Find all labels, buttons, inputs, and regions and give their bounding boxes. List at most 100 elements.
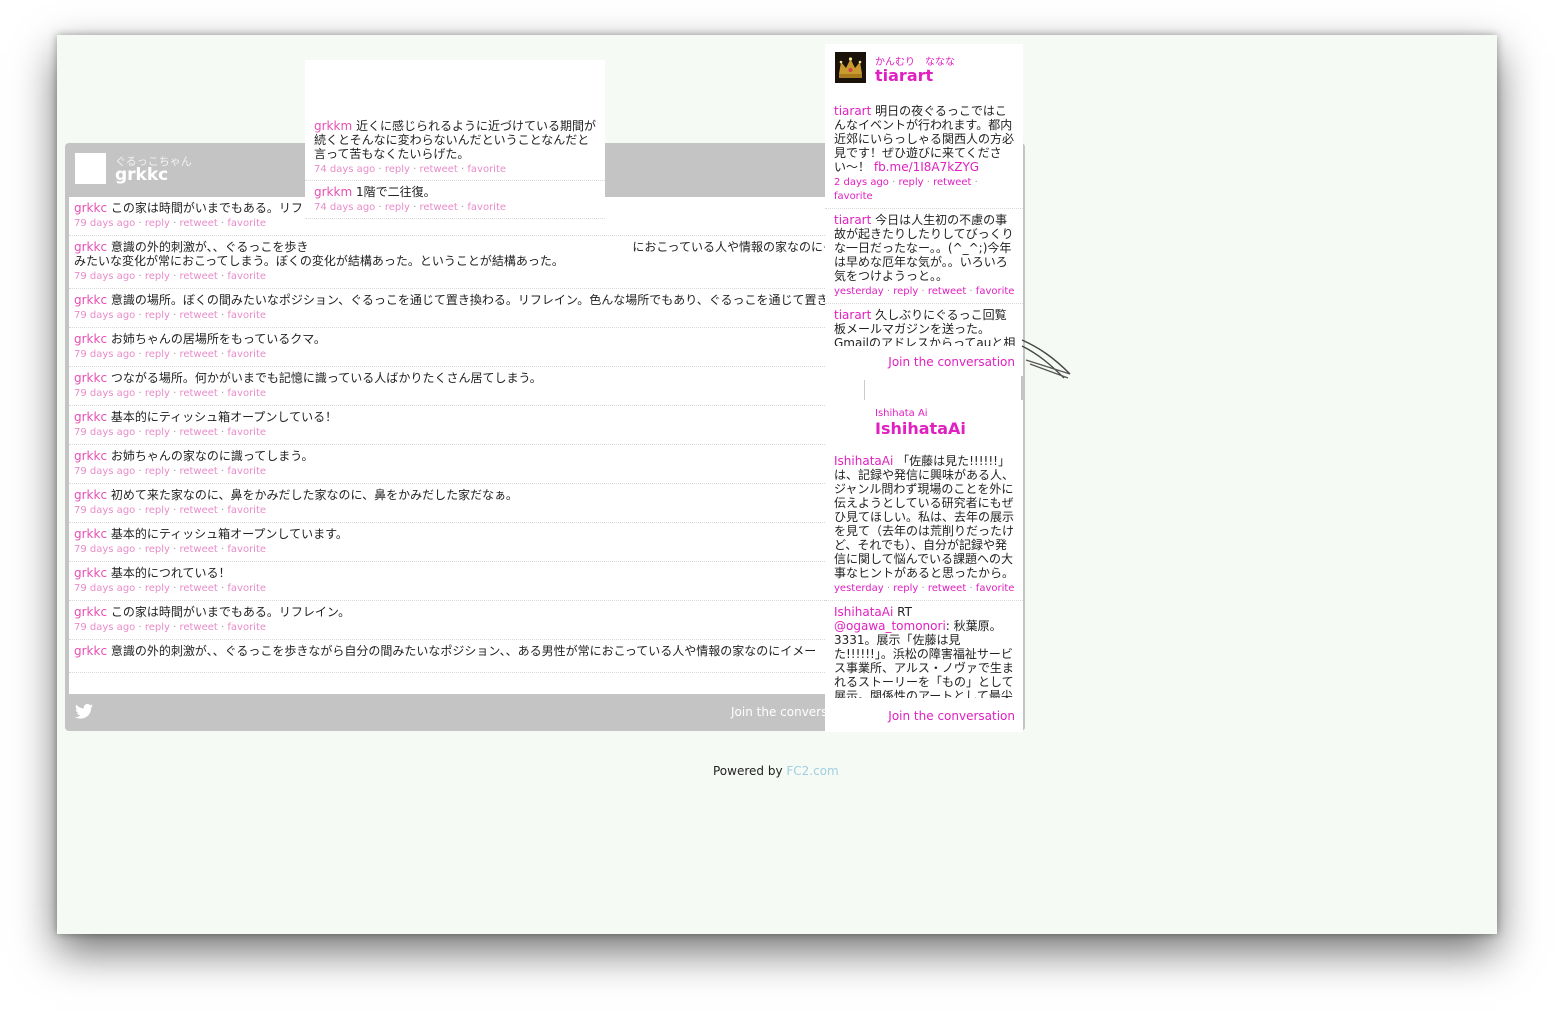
retweet-link[interactable]: retweet <box>179 271 217 282</box>
tweet-meta: 74 days ago · reply · retweet · favorite <box>314 201 597 215</box>
reply-link[interactable]: reply <box>145 583 170 594</box>
join-conversation-link[interactable]: Join the conversation <box>888 709 1015 723</box>
tweet-username[interactable]: tiarart <box>834 213 871 227</box>
tweet-username[interactable]: tiarart <box>834 308 871 322</box>
reply-link[interactable]: reply <box>145 466 170 477</box>
tweet-timestamp[interactable]: yesterday <box>834 286 884 297</box>
retweet-link[interactable]: retweet <box>179 544 217 555</box>
reply-link[interactable]: reply <box>385 164 410 175</box>
reply-link[interactable]: reply <box>145 622 170 633</box>
reply-link[interactable]: reply <box>145 505 170 516</box>
favorite-link[interactable]: favorite <box>227 310 266 321</box>
fc2-link[interactable]: FC2.com <box>786 764 838 778</box>
twitter-bird-icon[interactable] <box>75 704 93 723</box>
tweet-username[interactable]: grkkc <box>74 410 107 424</box>
tweet-timestamp[interactable]: 79 days ago <box>74 349 135 360</box>
retweet-link[interactable]: retweet <box>933 177 971 188</box>
tweet-timestamp[interactable]: 79 days ago <box>74 388 135 399</box>
retweet-link[interactable]: retweet <box>928 286 966 297</box>
tweet-username[interactable]: grkkc <box>74 527 107 541</box>
tweet-timestamp[interactable]: 2 days ago <box>834 177 889 188</box>
tweet-list[interactable]: IshihataAi 「佐藤は見た!!!!!!」は、記録や発信に興味がある人、ジ… <box>825 450 1023 698</box>
retweet-link[interactable]: retweet <box>179 505 217 516</box>
favorite-link[interactable]: favorite <box>976 583 1015 594</box>
join-conversation-link[interactable]: Join the conversation <box>888 355 1015 369</box>
favorite-link[interactable]: favorite <box>227 427 266 438</box>
tweet-username[interactable]: grkkc <box>74 449 107 463</box>
tweet-timestamp[interactable]: 79 days ago <box>74 427 135 438</box>
tweet-timestamp[interactable]: 79 days ago <box>74 505 135 516</box>
reply-link[interactable]: reply <box>893 286 918 297</box>
favorite-link[interactable]: favorite <box>227 218 266 229</box>
tweet-username[interactable]: grkkm <box>314 185 352 199</box>
tweet-timestamp[interactable]: 79 days ago <box>74 310 135 321</box>
favorite-link[interactable]: favorite <box>227 388 266 399</box>
retweet-link[interactable]: retweet <box>419 164 457 175</box>
tweet-mention[interactable]: @ogawa_tomonori <box>834 619 946 633</box>
tweet-username[interactable]: grkkc <box>74 605 107 619</box>
tweet-list[interactable]: grkkm 近くに感じられるように近づけている期間が続くとそんなに変わらないんだ… <box>305 115 605 220</box>
tweet-timestamp[interactable]: 79 days ago <box>74 583 135 594</box>
tweet-username[interactable]: IshihataAi <box>834 605 893 619</box>
tweet-timestamp[interactable]: 79 days ago <box>74 466 135 477</box>
tweet-username[interactable]: grkkc <box>74 240 107 254</box>
retweet-link[interactable]: retweet <box>179 349 217 360</box>
tweet-list[interactable]: tiarart 明日の夜ぐるっこではこんなイベントが行われます。都内近郊にいらっ… <box>825 100 1023 346</box>
favorite-link[interactable]: favorite <box>227 505 266 516</box>
retweet-link[interactable]: retweet <box>179 218 217 229</box>
tweet-timestamp[interactable]: 74 days ago <box>314 164 375 175</box>
tweet-username[interactable]: grkkc <box>74 644 107 658</box>
tweet-timestamp[interactable]: 74 days ago <box>314 202 375 213</box>
favorite-link[interactable]: favorite <box>834 191 873 202</box>
tweet-username[interactable]: grkkm <box>314 119 352 133</box>
favorite-link[interactable]: favorite <box>227 622 266 633</box>
retweet-link[interactable]: retweet <box>179 388 217 399</box>
reply-link[interactable]: reply <box>145 544 170 555</box>
tweet-username[interactable]: grkkc <box>74 488 107 502</box>
retweet-link[interactable]: retweet <box>179 310 217 321</box>
reply-link[interactable]: reply <box>898 177 923 188</box>
screen-name[interactable]: grkkc <box>115 165 168 185</box>
screen-name[interactable]: IshihataAi <box>875 419 966 438</box>
tweet-username[interactable]: tiarart <box>834 104 871 118</box>
reply-link[interactable]: reply <box>893 583 918 594</box>
favorite-link[interactable]: favorite <box>227 583 266 594</box>
reply-link[interactable]: reply <box>145 388 170 399</box>
retweet-link[interactable]: retweet <box>419 202 457 213</box>
tweet-text: 1階で二往復。 <box>355 185 436 199</box>
tweet-timestamp[interactable]: 79 days ago <box>74 218 135 229</box>
tweet-timestamp[interactable]: 79 days ago <box>74 544 135 555</box>
favorite-link[interactable]: favorite <box>467 202 506 213</box>
favorite-link[interactable]: favorite <box>227 466 266 477</box>
separator: · <box>135 583 145 594</box>
tweet-timestamp[interactable]: 79 days ago <box>74 271 135 282</box>
favorite-link[interactable]: favorite <box>227 271 266 282</box>
retweet-link[interactable]: retweet <box>179 622 217 633</box>
favorite-link[interactable]: favorite <box>227 544 266 555</box>
tweet-timestamp[interactable]: 79 days ago <box>74 622 135 633</box>
tweet-username[interactable]: grkkc <box>74 371 107 385</box>
tweet-username[interactable]: grkkc <box>74 332 107 346</box>
avatar[interactable] <box>75 153 106 184</box>
tweet-username[interactable]: IshihataAi <box>834 454 893 468</box>
tweet-username[interactable]: grkkc <box>74 293 107 307</box>
reply-link[interactable]: reply <box>145 218 170 229</box>
favorite-link[interactable]: favorite <box>976 286 1015 297</box>
retweet-link[interactable]: retweet <box>179 466 217 477</box>
avatar[interactable] <box>835 52 866 83</box>
reply-link[interactable]: reply <box>145 349 170 360</box>
tweet-username[interactable]: grkkc <box>74 566 107 580</box>
favorite-link[interactable]: favorite <box>227 349 266 360</box>
retweet-link[interactable]: retweet <box>179 583 217 594</box>
favorite-link[interactable]: favorite <box>467 164 506 175</box>
reply-link[interactable]: reply <box>145 271 170 282</box>
reply-link[interactable]: reply <box>145 310 170 321</box>
reply-link[interactable]: reply <box>145 427 170 438</box>
screen-name[interactable]: tiarart <box>875 66 933 85</box>
tweet-timestamp[interactable]: yesterday <box>834 583 884 594</box>
retweet-link[interactable]: retweet <box>928 583 966 594</box>
reply-link[interactable]: reply <box>385 202 410 213</box>
tweet-link[interactable]: fb.me/1I8A7kZYG <box>874 160 979 174</box>
retweet-link[interactable]: retweet <box>179 427 217 438</box>
tweet-username[interactable]: grkkc <box>74 201 107 215</box>
